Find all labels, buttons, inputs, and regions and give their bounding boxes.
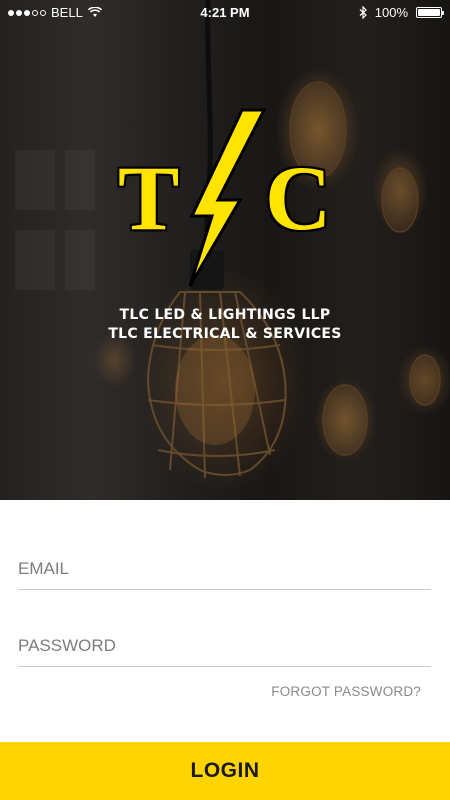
logo-letter-c: C: [265, 147, 332, 249]
forgot-password-link[interactable]: FORGOT PASSWORD?: [271, 684, 421, 699]
login-button[interactable]: LOGIN: [0, 742, 450, 800]
battery-icon: [416, 7, 444, 18]
email-field-container: [18, 554, 431, 590]
battery-percent: 100%: [374, 5, 408, 20]
battery-fill: [418, 9, 440, 16]
company-name-line-2: TLC ELECTRICAL & SERVICES: [108, 326, 342, 342]
password-input[interactable]: [18, 636, 431, 656]
bluetooth-icon: [359, 6, 367, 19]
tlc-logo: T C: [118, 108, 334, 288]
status-bar: BELL 4:21 PM 100%: [0, 0, 450, 26]
logo-letter-t: T: [118, 147, 180, 249]
email-input[interactable]: [18, 559, 431, 579]
password-field-container: [18, 631, 431, 667]
company-name-line-1: TLC LED & LIGHTINGS LLP: [119, 307, 331, 323]
lightning-bolt-icon: [188, 108, 267, 287]
status-right: 100%: [359, 5, 444, 20]
